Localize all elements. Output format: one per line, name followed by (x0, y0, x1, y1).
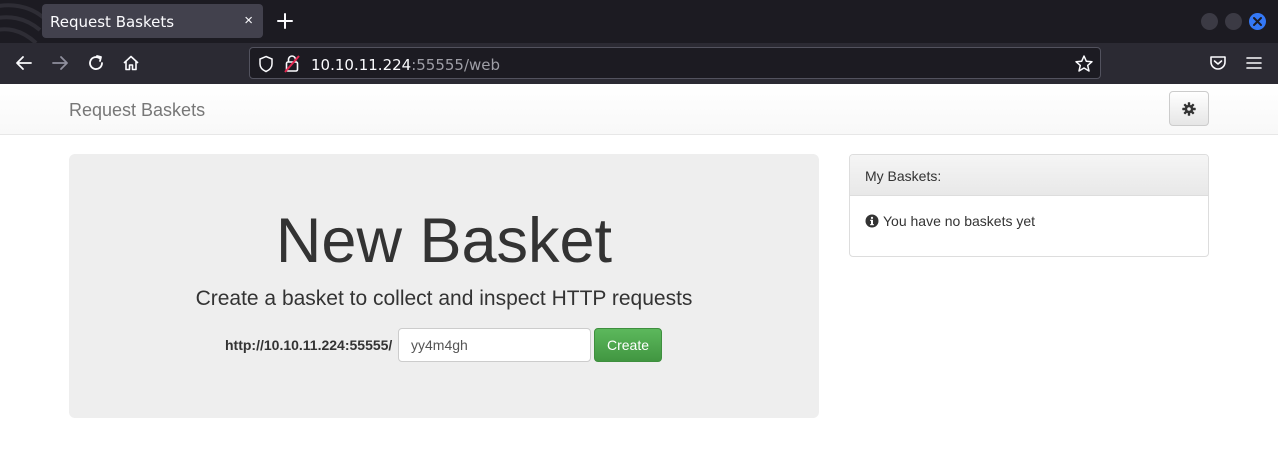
close-icon (1253, 17, 1262, 26)
maximize-window-button[interactable] (1225, 13, 1242, 30)
lead-text: Create a basket to collect and inspect H… (195, 287, 693, 310)
panel-body: You have no baskets yet (865, 213, 1035, 229)
new-basket-jumbotron: New Basket Create a basket to collect an… (69, 154, 819, 418)
panel-title: My Baskets: (865, 168, 942, 184)
url-path: :55555/web (411, 56, 501, 74)
web-page: Request Baskets New Basket Create a bask… (0, 84, 1278, 460)
browser-nav-bar: 10.10.11.224:55555/web (0, 43, 1278, 84)
tracking-shield-icon[interactable] (258, 55, 274, 73)
site-navbar: Request Baskets (0, 84, 1278, 135)
navbar-brand[interactable]: Request Baskets (69, 100, 205, 121)
browser-tab-bar: Request Baskets × (0, 0, 1278, 43)
back-arrow-icon[interactable] (14, 53, 34, 73)
pocket-icon[interactable] (1208, 53, 1228, 73)
basket-url-prefix: http://10.10.11.224:55555/ (225, 337, 393, 353)
tab-close-icon[interactable]: × (244, 11, 253, 31)
home-icon[interactable] (121, 53, 141, 73)
page-heading: New Basket (275, 206, 613, 276)
my-baskets-panel: My Baskets: You have no baskets yet (849, 154, 1209, 257)
bookmark-star-icon[interactable] (1074, 54, 1094, 74)
tab-title: Request Baskets (50, 13, 175, 31)
forward-arrow-icon[interactable] (50, 53, 70, 73)
minimize-window-button[interactable] (1201, 13, 1218, 30)
panel-heading: My Baskets: (850, 155, 1208, 196)
address-bar[interactable]: 10.10.11.224:55555/web (249, 47, 1101, 79)
browser-tab-active[interactable]: Request Baskets × (42, 4, 263, 38)
url-host: 10.10.11.224 (311, 56, 412, 74)
create-button[interactable]: Create (594, 328, 662, 362)
new-tab-icon[interactable] (274, 10, 296, 32)
url-text: 10.10.11.224:55555/web (311, 56, 500, 74)
basket-name-input[interactable] (398, 328, 591, 362)
insecure-lock-icon[interactable] (284, 54, 300, 73)
reload-icon[interactable] (86, 53, 106, 73)
info-circle-icon (865, 214, 879, 228)
gear-icon (1182, 102, 1196, 116)
hamburger-menu-icon[interactable] (1244, 53, 1264, 73)
empty-baskets-text: You have no baskets yet (883, 213, 1036, 229)
close-window-button[interactable] (1249, 13, 1266, 30)
firefox-decoration-icon (0, 3, 44, 43)
settings-button[interactable] (1169, 91, 1209, 126)
